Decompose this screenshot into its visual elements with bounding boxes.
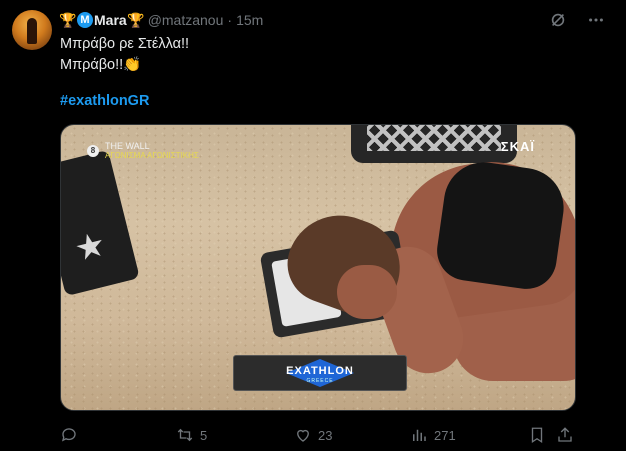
channel-logo: ΣΚΑΪ — [500, 139, 535, 154]
views-button[interactable]: 271 — [410, 424, 456, 446]
top-actions — [548, 10, 606, 30]
more-icon[interactable] — [586, 10, 606, 30]
user-handle[interactable]: @matzanou — [148, 12, 224, 28]
athlete-face — [337, 265, 397, 319]
exathlon-banner: EXATHLON GREECE — [233, 355, 407, 391]
like-count: 23 — [318, 427, 333, 443]
grok-icon[interactable] — [548, 10, 568, 30]
banner-wordmark: EXATHLON — [286, 365, 354, 377]
like-button[interactable]: 23 — [294, 424, 332, 446]
views-icon — [413, 429, 426, 441]
separator-dot: · — [227, 12, 233, 28]
retweet-count: 5 — [200, 427, 208, 443]
tweet-text-line-2: Μπράβο!!👏 — [60, 57, 142, 73]
bookmark-icon — [531, 427, 543, 444]
avatar[interactable] — [12, 10, 52, 50]
media-image[interactable]: ★ 8 THE WALL ΑΓΩΝΙΣΜΑ ΑΓΩΝΙΣΤΙΚΗΣ ΣΚΑΪ E… — [60, 124, 576, 411]
banner-country: GREECE — [306, 378, 334, 384]
obstacle-top — [351, 125, 517, 163]
timestamp[interactable]: 15m — [236, 12, 263, 28]
reply-button[interactable] — [60, 424, 84, 446]
retweet-button[interactable]: 5 — [176, 424, 207, 446]
tweet-header: 🏆 M Mara 🏆 @matzanou · 15m — [59, 10, 263, 30]
views-count: 271 — [434, 427, 456, 443]
action-bar: 5 23 271 — [60, 424, 576, 446]
athlete-top — [433, 157, 569, 293]
retweet-icon — [177, 428, 193, 442]
show-title: THE WALL — [105, 141, 150, 151]
heart-icon — [297, 429, 309, 442]
trophy-icon: 🏆 — [59, 11, 77, 28]
m-badge-icon: M — [77, 12, 93, 28]
show-logo-badge: 8 — [87, 144, 99, 157]
tweet-text-line-1: Μπράβο ρε Στέλλα!! — [60, 36, 190, 52]
hashtag-link[interactable]: #exathlonGR — [60, 93, 149, 109]
star-icon: ★ — [70, 224, 110, 270]
show-logo: 8 THE WALL ΑΓΩΝΙΣΜΑ ΑΓΩΝΙΣΤΙΚΗΣ — [87, 141, 199, 160]
bookmark-button[interactable] — [528, 424, 546, 446]
share-icon — [558, 427, 572, 442]
tweet-text: Μπράβο ρε Στέλλα!! Μπράβο!!👏 — [60, 34, 189, 76]
show-subtitle: ΑΓΩΝΙΣΜΑ ΑΓΩΝΙΣΤΙΚΗΣ — [105, 151, 199, 160]
trophy-icon: 🏆 — [126, 11, 145, 28]
share-button[interactable] — [556, 424, 574, 446]
reply-icon — [61, 428, 76, 442]
display-name[interactable]: Mara — [94, 12, 127, 28]
